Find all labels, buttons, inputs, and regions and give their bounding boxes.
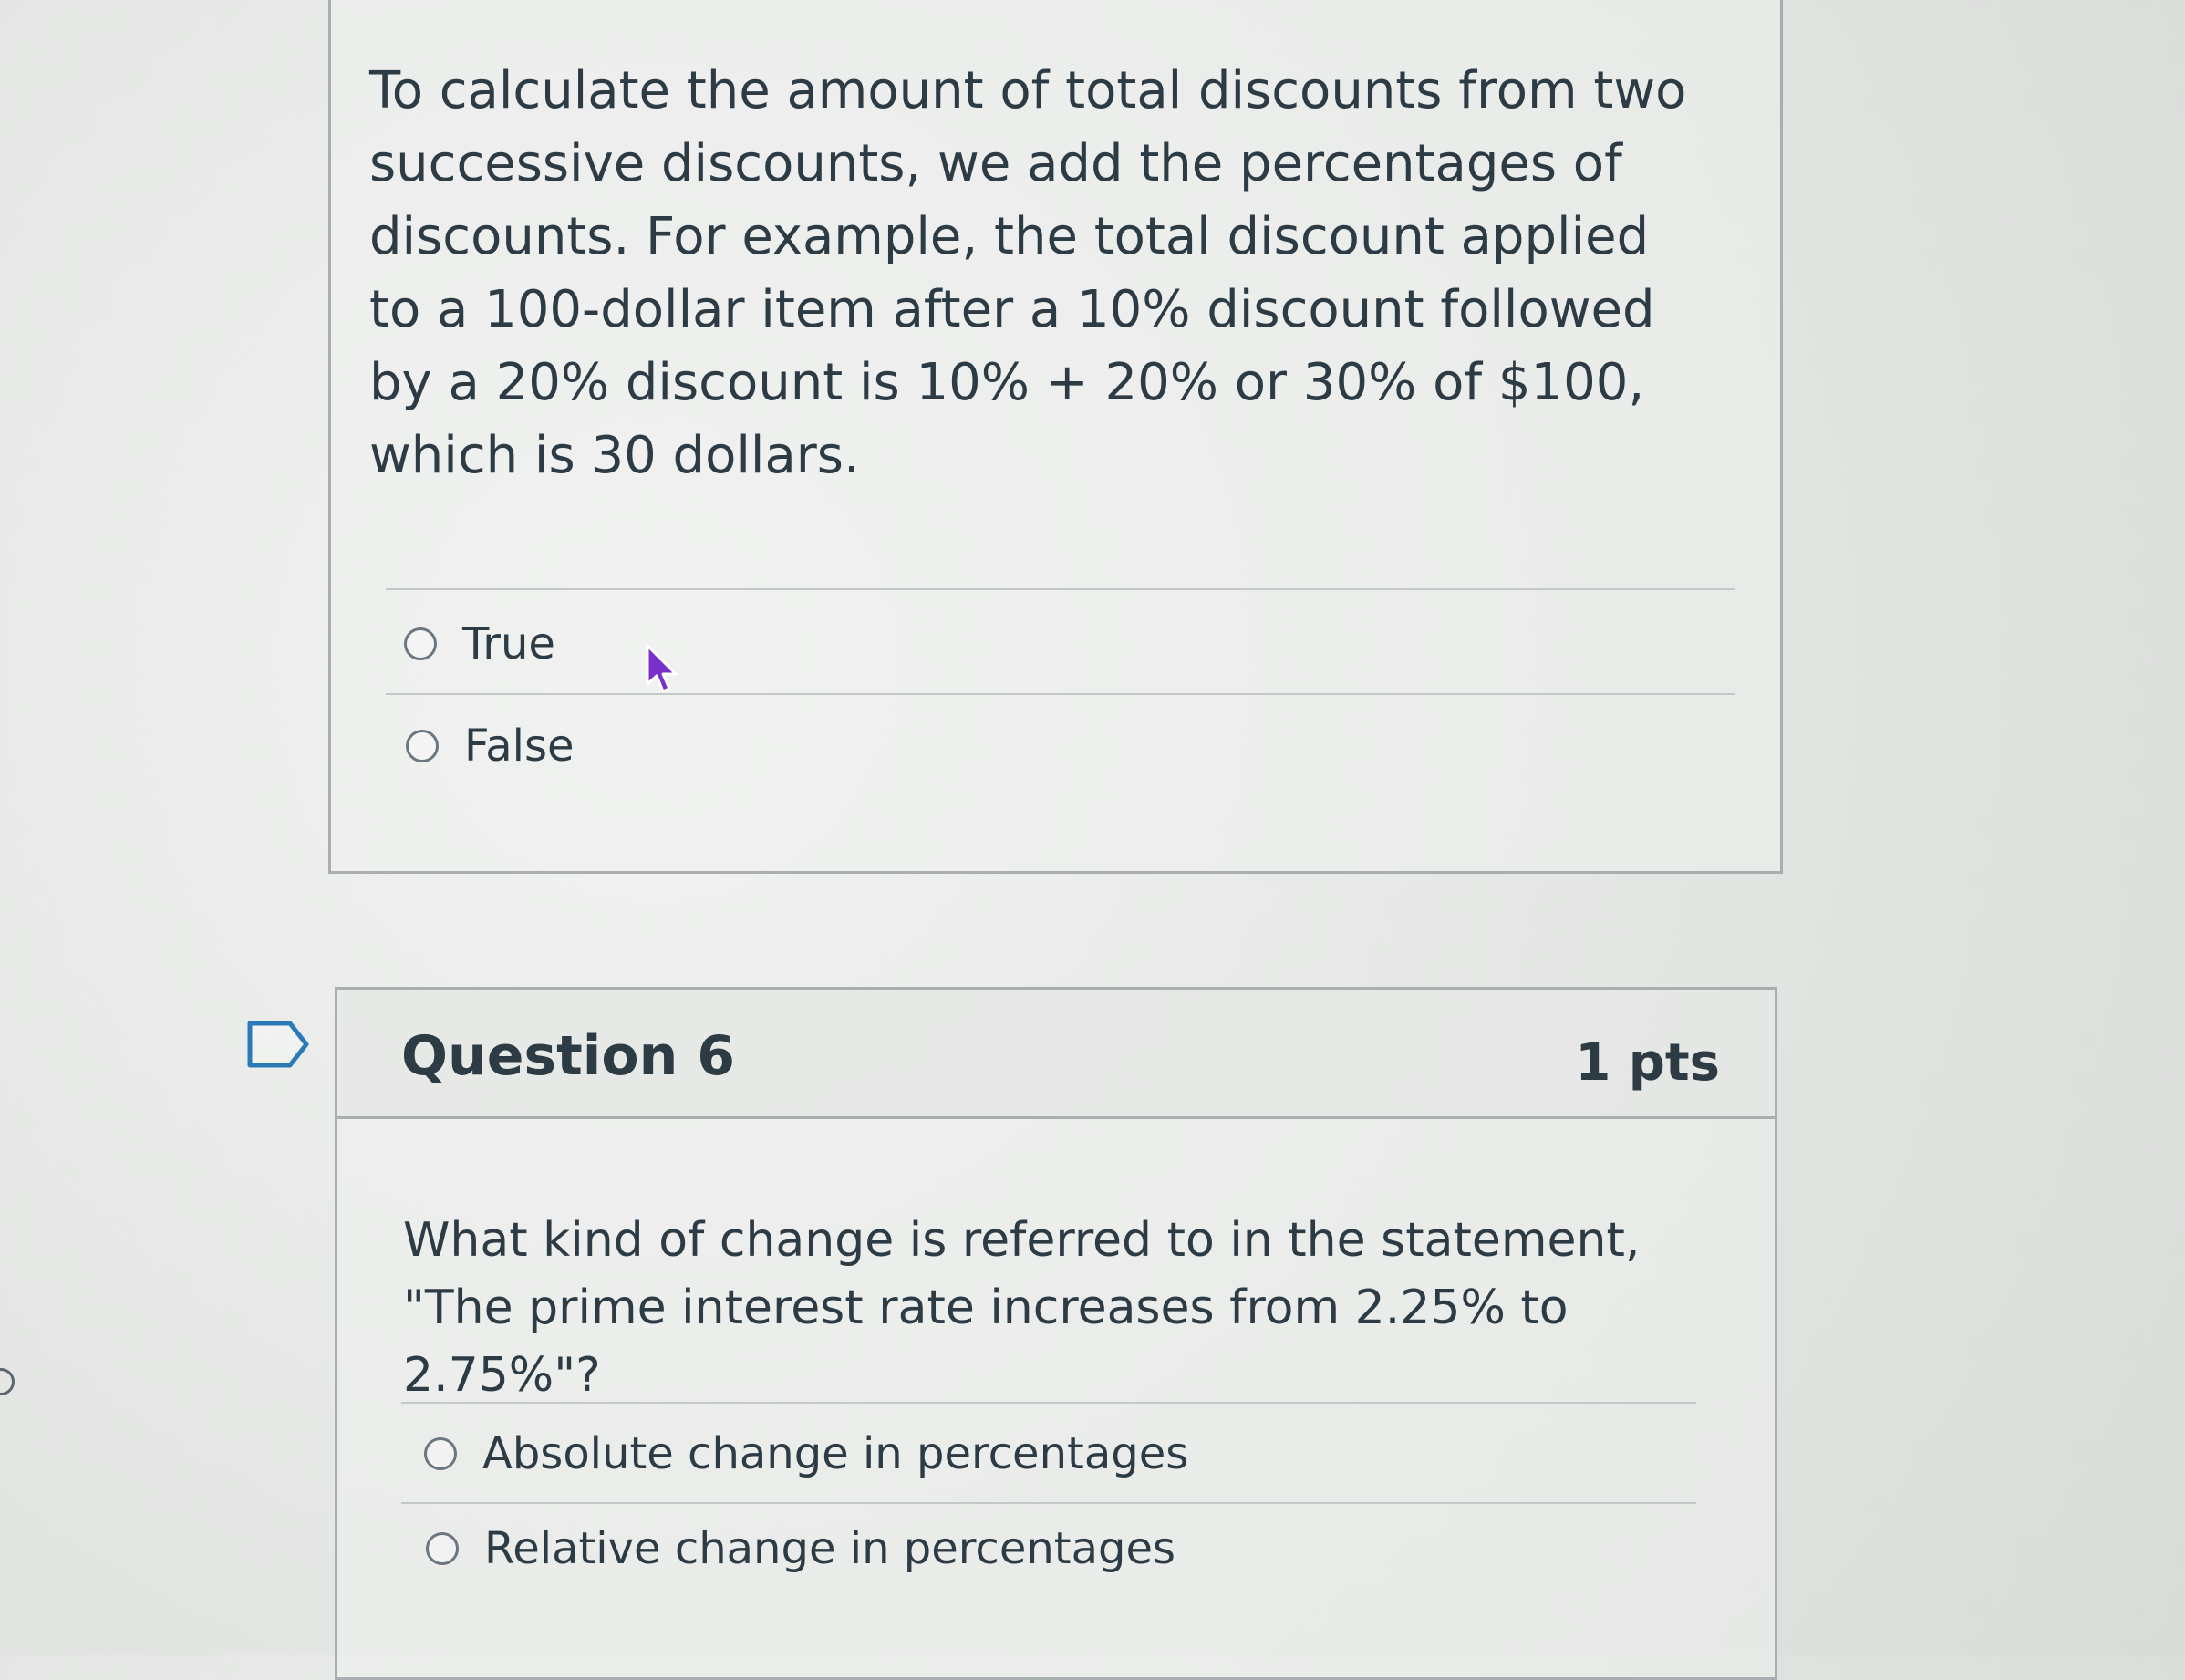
radio-button-icon[interactable]: [426, 1532, 459, 1565]
answer-divider: [401, 1402, 1696, 1404]
answer-label: Absolute change in percentages: [482, 1428, 1189, 1479]
partial-circle-icon: [0, 1368, 15, 1395]
question-points: 1 pts: [1575, 1033, 1720, 1093]
answer-absolute-change[interactable]: Absolute change in percentages: [424, 1428, 1188, 1479]
radio-button-icon[interactable]: [424, 1437, 457, 1470]
question-6-text: What kind of change is referred to in th…: [403, 1213, 1641, 1403]
question-6-card: Question 6 1 pts What kind of change is …: [335, 987, 1777, 1680]
answer-label: Relative change in percentages: [484, 1523, 1176, 1574]
answer-divider: [386, 693, 1735, 695]
question-5-text: To calculate the amount of total discoun…: [369, 61, 1687, 485]
radio-button-icon[interactable]: [406, 730, 439, 762]
answer-false[interactable]: False: [406, 721, 575, 772]
answer-label: True: [462, 618, 555, 669]
mouse-pointer-icon: [646, 644, 678, 693]
question-5-card: To calculate the amount of total discoun…: [328, 0, 1783, 874]
flag-icon[interactable]: [246, 1020, 310, 1069]
answer-true[interactable]: True: [404, 618, 555, 669]
question-header: Question 6 1 pts: [337, 990, 1775, 1119]
answer-label: False: [464, 721, 575, 772]
answer-divider: [401, 1502, 1696, 1504]
answer-divider: [386, 588, 1735, 590]
radio-button-icon[interactable]: [404, 627, 437, 660]
question-title: Question 6: [401, 1024, 735, 1088]
answer-relative-change[interactable]: Relative change in percentages: [426, 1523, 1175, 1574]
